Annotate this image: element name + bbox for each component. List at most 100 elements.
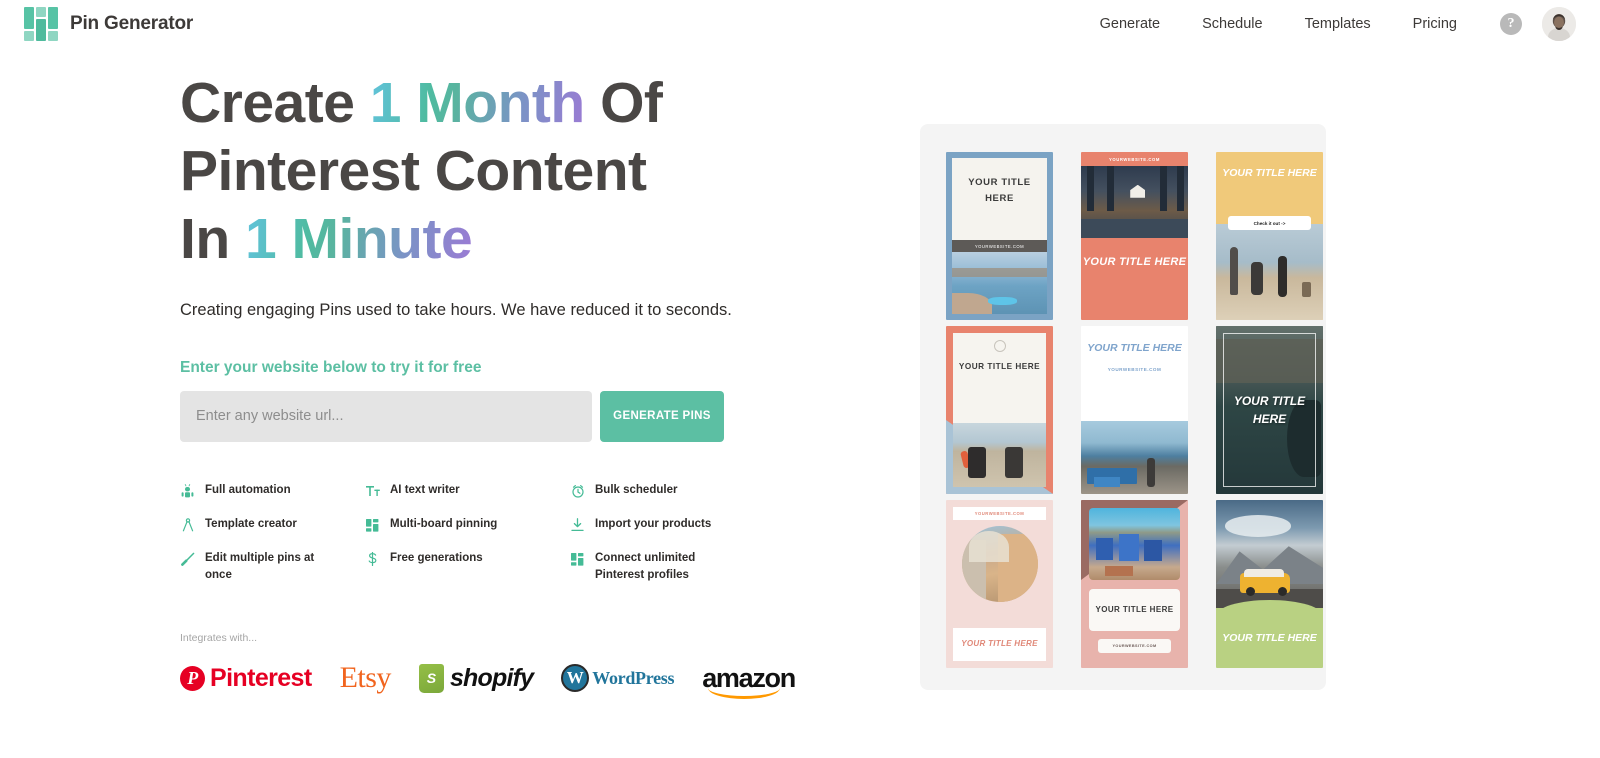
pin-card[interactable]: YOURWEBSITE.COM YOUR TITLE HERE	[946, 500, 1053, 668]
wordpress-logo: W WordPress	[561, 664, 675, 693]
grid-layout-icon	[365, 517, 380, 534]
pin-image	[1081, 421, 1188, 494]
pin-title: YOUR TITLE HERE	[1082, 256, 1187, 268]
shopify-label: shopify	[449, 663, 534, 692]
amazon-swoosh-icon	[708, 688, 781, 699]
nav-item-generate[interactable]: Generate	[1079, 10, 1181, 38]
feature-item: Template creator	[180, 516, 365, 534]
cta-prompt-label: Enter your website below to try it for f…	[180, 358, 482, 376]
pin-title: YOUR TITLE HERE	[953, 628, 1046, 661]
pin-card[interactable]: YOUR TITLE HERE YOURWEBSITE.COM	[1081, 500, 1188, 668]
nav-item-schedule[interactable]: Schedule	[1181, 10, 1283, 38]
feature-label: Full automation	[205, 483, 291, 496]
pin-image	[953, 423, 1046, 487]
feature-item: Free generations	[365, 550, 570, 585]
brand-name: Pin Generator	[70, 13, 194, 34]
headline-text-1: Create	[180, 71, 370, 135]
pin-badge-icon	[993, 340, 1006, 352]
brand-logo[interactable]: Pin Generator	[24, 7, 193, 41]
pin-cta-label: Check it out ->	[1228, 216, 1311, 230]
headline-accent-1: 1 Month	[369, 71, 585, 135]
feature-label: Template creator	[205, 517, 297, 530]
pin-url: YOURWEBSITE.COM	[1107, 367, 1162, 373]
site-header: Pin Generator Generate Schedule Template…	[0, 0, 1600, 48]
pin-generator-logo-icon	[24, 7, 58, 41]
nav-item-templates[interactable]: Templates	[1284, 10, 1392, 38]
grid-layout-icon	[570, 551, 585, 568]
feature-label: AI text writer	[390, 483, 460, 496]
etsy-logo: Etsy	[339, 661, 392, 695]
generate-pins-button[interactable]: GENERATE PINS	[600, 390, 724, 442]
pin-grid: YOUR TITLE HERE YOURWEBSITE.COM YOURWEBS…	[946, 152, 1323, 668]
brush-icon	[180, 551, 195, 568]
text-tool-icon	[365, 483, 380, 500]
pinterest-logo: P Pinterest	[180, 664, 312, 693]
feature-label: Edit multiple pins at once	[205, 551, 315, 581]
integrations-label: Integrates with...	[180, 632, 258, 645]
pin-preview-board: YOUR TITLE HERE YOURWEBSITE.COM YOURWEBS…	[920, 124, 1326, 690]
main-navigation: Generate Schedule Templates Pricing ?	[1079, 7, 1576, 41]
pin-card[interactable]: YOUR TITLE HERE YOURWEBSITE.COM	[946, 152, 1053, 320]
page-title: Create 1 Month Of Pinterest Content In 1…	[180, 70, 680, 273]
avatar-image	[1542, 7, 1576, 41]
hero-section: Create 1 Month Of Pinterest Content In 1…	[0, 48, 796, 758]
amazon-logo: amazon	[702, 663, 796, 699]
robot-icon	[180, 483, 195, 500]
pin-card[interactable]: YOUR TITLE HERE	[1216, 500, 1323, 668]
pin-image	[1216, 500, 1323, 608]
feature-item: Full automation	[180, 482, 365, 500]
integration-logos: P Pinterest Etsy S shopify W WordPress a…	[180, 661, 796, 699]
compass-icon	[180, 517, 195, 534]
feature-item: AI text writer	[365, 482, 570, 500]
shopify-logo: S shopify	[418, 663, 534, 693]
pin-title: YOUR TITLE HERE	[1233, 394, 1306, 426]
pinterest-icon: P	[180, 665, 205, 691]
pin-card[interactable]: YOUR TITLE HERE	[946, 326, 1053, 494]
website-url-input[interactable]	[180, 390, 592, 442]
nav-item-pricing[interactable]: Pricing	[1392, 10, 1478, 38]
pin-image	[1089, 508, 1180, 580]
pin-url: YOURWEBSITE.COM	[1108, 157, 1161, 162]
feature-label: Connect unlimited Pinterest profiles	[595, 551, 696, 581]
pin-title: YOUR TITLE HERE	[1089, 589, 1180, 631]
feature-list: Full automation AI text writer Bulk sche…	[180, 482, 760, 585]
download-icon	[570, 517, 585, 534]
feature-item: Edit multiple pins at once	[180, 550, 365, 585]
shopify-icon: S	[418, 663, 444, 693]
dollar-icon	[365, 551, 380, 568]
pin-card[interactable]: YOUR TITLE HERE	[1216, 326, 1323, 494]
feature-label: Import your products	[595, 517, 712, 530]
url-form: GENERATE PINS	[180, 390, 760, 442]
pin-url: YOURWEBSITE.COM	[1098, 638, 1171, 653]
alarm-clock-icon	[570, 483, 585, 500]
pinterest-label: Pinterest	[210, 663, 312, 692]
pin-url: YOURWEBSITE.COM	[952, 240, 1047, 252]
pin-title: YOUR TITLE HERE	[1087, 342, 1182, 354]
pin-image	[952, 252, 1047, 314]
pin-card[interactable]: YOURWEBSITE.COM YOUR TITLE HERE	[1081, 152, 1188, 320]
pin-image	[1081, 166, 1188, 238]
pin-url: YOURWEBSITE.COM	[953, 507, 1046, 520]
pin-image: Check it out ->	[1216, 216, 1323, 320]
pin-title: YOUR TITLE HERE	[958, 362, 1041, 371]
feature-item: Multi-board pinning	[365, 516, 570, 534]
user-avatar[interactable]	[1542, 7, 1576, 41]
wordpress-icon: W	[561, 664, 590, 693]
headline-accent-2: 1 Minute	[245, 206, 473, 271]
hero-subtitle: Creating engaging Pins used to take hour…	[180, 301, 732, 320]
feature-item: Bulk scheduler	[570, 482, 770, 500]
pin-image	[961, 526, 1038, 602]
integrations-section: Integrates with... P Pinterest Etsy S sh…	[180, 632, 796, 699]
wordpress-label: WordPress	[592, 667, 675, 688]
question-mark-icon[interactable]: ?	[1500, 13, 1522, 35]
feature-label: Free generations	[390, 551, 483, 564]
feature-label: Bulk scheduler	[595, 483, 678, 496]
pin-title: YOUR TITLE HERE	[1222, 167, 1317, 179]
feature-item: Connect unlimited Pinterest profiles	[570, 550, 770, 585]
main-content: Create 1 Month Of Pinterest Content In 1…	[0, 48, 1600, 758]
pin-card[interactable]: YOUR TITLE HERE Check it out ->	[1216, 152, 1323, 320]
pin-title: YOUR TITLE HERE	[968, 177, 1031, 205]
feature-label: Multi-board pinning	[390, 517, 498, 530]
pin-card[interactable]: YOUR TITLE HERE YOURWEBSITE.COM	[1081, 326, 1188, 494]
feature-item: Import your products	[570, 516, 770, 534]
